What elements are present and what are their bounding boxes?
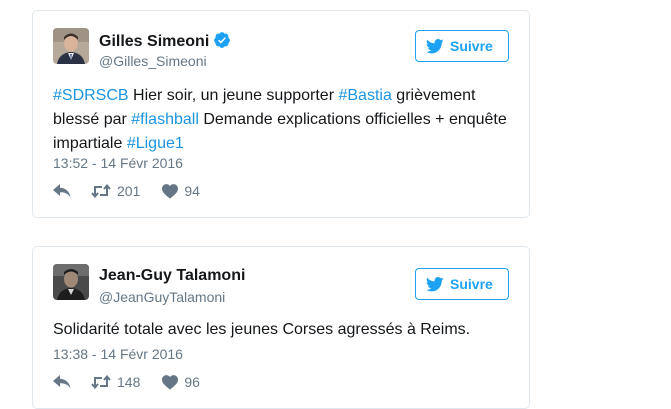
tweet-text-segment: Solidarité totale avec les jeunes Corses… xyxy=(53,321,471,338)
twitter-bird-icon xyxy=(426,276,444,292)
author-name[interactable]: Gilles Simeoni xyxy=(99,31,231,54)
follow-label: Suivre xyxy=(450,276,493,292)
hashtag-link[interactable]: #Bastia xyxy=(338,87,391,104)
hashtag-link[interactable]: #SDRSCB xyxy=(53,87,129,104)
avatar[interactable] xyxy=(53,264,89,300)
retweet-icon xyxy=(91,375,111,389)
tweet-timestamp[interactable]: 13:52 - 14 Févr 2016 xyxy=(53,155,183,171)
follow-button[interactable]: Suivre xyxy=(415,268,509,300)
heart-icon xyxy=(162,183,179,199)
reply-icon[interactable] xyxy=(53,184,71,198)
follow-label: Suivre xyxy=(450,38,493,54)
verified-badge-icon xyxy=(213,31,231,54)
tweet-text: #SDRSCB Hier soir, un jeune supporter #B… xyxy=(53,84,511,156)
like-count: 96 xyxy=(184,374,200,390)
tweet-text: Solidarité totale avec les jeunes Corses… xyxy=(53,318,511,342)
hashtag-link[interactable]: #flashball xyxy=(131,111,199,128)
like-button[interactable]: 96 xyxy=(162,374,200,390)
like-count: 94 xyxy=(184,183,200,199)
retweet-count: 201 xyxy=(117,183,141,199)
tweet-actions: 148 96 xyxy=(53,374,200,390)
follow-button[interactable]: Suivre xyxy=(415,30,509,62)
twitter-bird-icon xyxy=(426,38,444,54)
tweet-timestamp[interactable]: 13:38 - 14 Févr 2016 xyxy=(53,346,183,362)
author-handle[interactable]: @Gilles_Simeoni xyxy=(99,53,207,69)
retweet-icon xyxy=(91,184,111,198)
retweet-button[interactable]: 148 xyxy=(91,374,140,390)
retweet-button[interactable]: 201 xyxy=(91,183,140,199)
tweet-actions: 201 94 xyxy=(53,183,200,199)
reply-icon[interactable] xyxy=(53,375,71,389)
tweet-card: Gilles Simeoni @Gilles_Simeoni Suivre #S… xyxy=(32,10,530,218)
author-name[interactable]: Jean-Guy Talamoni xyxy=(99,267,245,285)
author-handle[interactable]: @JeanGuyTalamoni xyxy=(99,289,225,305)
avatar[interactable] xyxy=(53,28,89,64)
retweet-count: 148 xyxy=(117,374,141,390)
like-button[interactable]: 94 xyxy=(162,183,200,199)
heart-icon xyxy=(162,374,179,390)
hashtag-link[interactable]: #Ligue1 xyxy=(127,135,184,152)
tweet-card: Jean-Guy Talamoni @JeanGuyTalamoni Suivr… xyxy=(32,246,530,409)
tweet-text-segment: Hier soir, un jeune supporter xyxy=(128,87,339,104)
